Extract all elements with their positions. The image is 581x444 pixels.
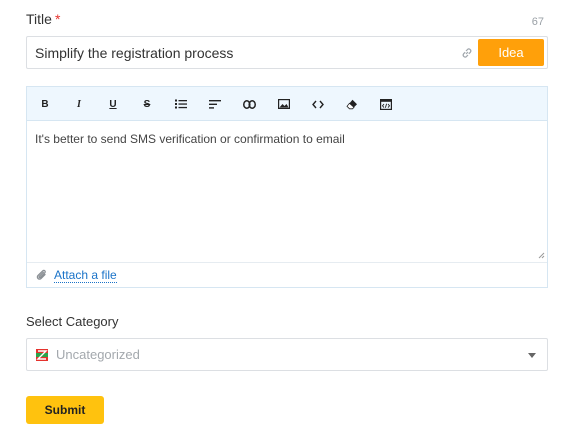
category-color-icon <box>36 349 48 361</box>
editor-content[interactable]: It's better to send SMS verification or … <box>35 132 345 146</box>
eraser-icon <box>346 99 357 109</box>
insert-link-button[interactable] <box>240 95 258 113</box>
title-label: Title * <box>26 11 60 27</box>
italic-icon: I <box>77 98 81 110</box>
strikethrough-icon: S <box>143 98 151 110</box>
rich-text-editor: B I U S It's better to send SMS verifica… <box>26 86 548 288</box>
italic-button[interactable]: I <box>70 95 88 113</box>
resize-handle-icon[interactable] <box>537 251 545 259</box>
bold-button[interactable]: B <box>36 95 54 113</box>
strikethrough-button[interactable]: S <box>138 95 156 113</box>
align-button[interactable] <box>206 95 224 113</box>
insert-image-button[interactable] <box>275 95 293 113</box>
bullet-list-button[interactable] <box>172 95 190 113</box>
attach-file-link[interactable]: Attach a file <box>54 268 117 283</box>
paperclip-icon <box>36 269 46 280</box>
link-icon <box>242 99 256 109</box>
link-icon[interactable] <box>460 46 474 60</box>
bold-icon: B <box>41 98 49 110</box>
submit-button[interactable]: Submit <box>26 396 104 424</box>
clear-format-button[interactable] <box>343 95 361 113</box>
chevron-down-icon <box>528 353 536 358</box>
category-label: Select Category <box>26 314 119 329</box>
html-source-icon <box>380 98 392 110</box>
title-input[interactable] <box>35 37 455 68</box>
attach-row: Attach a file <box>27 262 547 288</box>
idea-button[interactable]: Idea <box>478 39 544 66</box>
required-mark: * <box>54 11 61 27</box>
title-input-wrapper: Idea <box>26 36 548 69</box>
title-label-text: Title <box>26 11 52 27</box>
code-icon <box>312 100 324 108</box>
category-select[interactable]: Uncategorized <box>26 338 548 371</box>
editor-toolbar: B I U S <box>27 87 547 121</box>
image-icon <box>278 99 290 109</box>
html-source-button[interactable] <box>377 95 395 113</box>
category-value: Uncategorized <box>56 347 140 362</box>
char-counter: 67 <box>531 16 544 28</box>
bullet-list-icon <box>175 99 187 109</box>
code-button[interactable] <box>309 95 327 113</box>
align-left-icon <box>209 99 221 109</box>
underline-icon: U <box>109 98 117 110</box>
underline-button[interactable]: U <box>104 95 122 113</box>
